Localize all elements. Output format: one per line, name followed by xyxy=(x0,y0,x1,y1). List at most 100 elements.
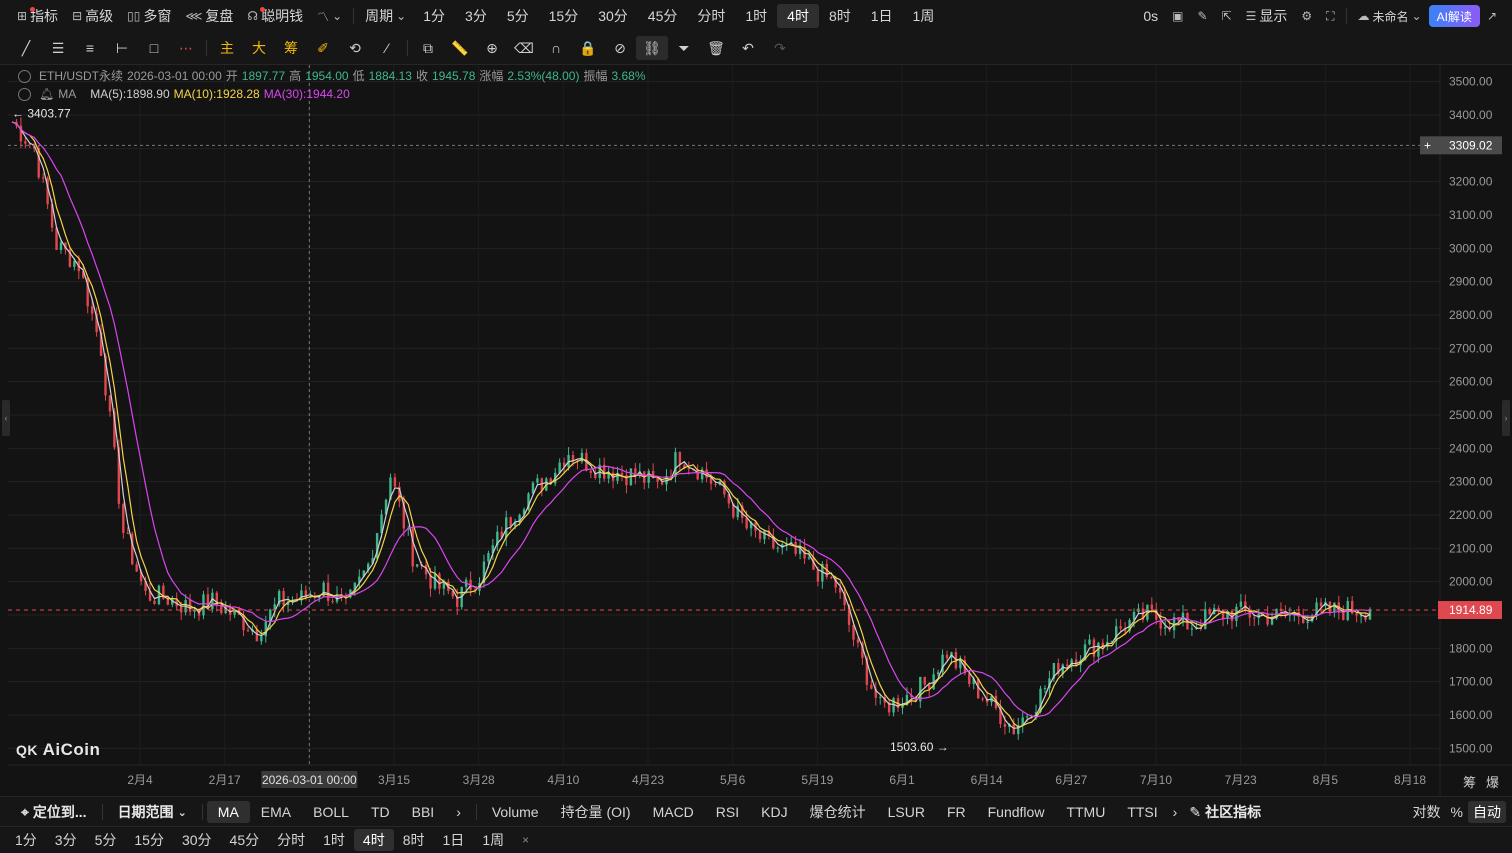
brush-icon[interactable]: ⁄ xyxy=(371,36,403,60)
top-tool-chart-type[interactable]: 〽 ⌄ xyxy=(310,4,349,28)
magnet-icon[interactable]: ∩ xyxy=(540,36,572,60)
left-panel-toggle[interactable]: ‹ xyxy=(2,400,10,436)
close-period-bar-button[interactable]: × xyxy=(513,829,538,851)
more-main-indicators-icon[interactable]: › xyxy=(445,801,472,823)
sub-indicator-7[interactable]: FR xyxy=(936,801,977,823)
top-period-9[interactable]: 8时 xyxy=(819,4,861,28)
top-tool-advanced[interactable]: ⊟ 高级 xyxy=(65,4,120,28)
settings-button[interactable]: ⚙ xyxy=(1294,4,1319,28)
ruler-icon[interactable]: 📏 xyxy=(444,36,476,60)
bottom-period-7[interactable]: 1时 xyxy=(314,829,354,851)
locate-button[interactable]: ⌖ 定位到... xyxy=(10,801,98,823)
hide-drawings-icon[interactable]: ⊘ xyxy=(604,36,636,60)
sub-indicator-3[interactable]: RSI xyxy=(705,801,750,823)
more-sub-indicators-icon[interactable]: › xyxy=(1169,801,1182,823)
bottom-period-4[interactable]: 30分 xyxy=(173,829,221,851)
link-icon[interactable]: ⛓ xyxy=(636,36,668,60)
candle-body xyxy=(202,594,205,616)
main-chart-mode-icon[interactable]: 主 xyxy=(211,36,243,60)
sub-indicator-6[interactable]: LSUR xyxy=(877,801,936,823)
display-button[interactable]: ☰ 显示 xyxy=(1239,4,1295,28)
bottom-period-1[interactable]: 3分 xyxy=(46,829,86,851)
toggle-icon[interactable] xyxy=(18,69,31,83)
layout-dropdown[interactable]: ☁ 未命名 ⌄ xyxy=(1351,4,1429,28)
community-indicators-button[interactable]: ✎ 社区指标 xyxy=(1181,801,1269,823)
bottom-period-11[interactable]: 1周 xyxy=(473,829,513,851)
top-period-7[interactable]: 1时 xyxy=(735,4,777,28)
dots-tool-icon[interactable]: ⋯ xyxy=(170,36,202,60)
bottom-period-8[interactable]: 4时 xyxy=(353,829,394,851)
top-period-list: 1分 3分 5分 15分 30分 45分 分时 1时 4时 8时 1日 1周 xyxy=(413,4,944,28)
main-indicator-td[interactable]: TD xyxy=(360,801,401,823)
top-period-2[interactable]: 5分 xyxy=(497,4,539,28)
sub-indicator-4[interactable]: KDJ xyxy=(750,801,798,823)
top-period-0[interactable]: 1分 xyxy=(413,4,455,28)
top-period-10[interactable]: 1日 xyxy=(861,4,903,28)
share-button[interactable]: ↗ xyxy=(1480,4,1504,28)
trash-icon[interactable]: 🗑 xyxy=(700,36,732,60)
bottom-period-5[interactable]: 45分 xyxy=(221,829,269,851)
lock-icon[interactable]: 🔒 xyxy=(572,36,604,60)
trend-line-tool-icon[interactable]: ╱ xyxy=(10,36,42,60)
chip-distribution-mode-icon[interactable]: 筹 xyxy=(275,36,307,60)
bottom-period-9[interactable]: 8时 xyxy=(394,829,434,851)
top-period-3[interactable]: 15分 xyxy=(539,4,589,28)
bottom-period-0[interactable]: 1分 xyxy=(6,829,46,851)
screenshot-button[interactable]: ▣ xyxy=(1165,4,1190,28)
sub-indicator-10[interactable]: TTSI xyxy=(1116,801,1168,823)
zoom-in-icon[interactable]: ⊕ xyxy=(476,36,508,60)
main-indicator-ema[interactable]: EMA xyxy=(250,801,302,823)
filter-icon[interactable]: ⏷ xyxy=(668,36,700,60)
top-tool-multi-window[interactable]: ▯▯ 多窗 xyxy=(120,4,178,28)
rectangle-tool-icon[interactable]: □ xyxy=(138,36,170,60)
bell-icon[interactable]: 🔔︎ xyxy=(39,85,54,103)
bottom-period-10[interactable]: 1日 xyxy=(434,829,474,851)
main-indicator-bbi[interactable]: BBI xyxy=(401,801,446,823)
ai-analysis-button[interactable]: AI解读 xyxy=(1428,5,1480,27)
eraser-icon[interactable]: ⌫ xyxy=(508,36,540,60)
sub-indicator-5[interactable]: 爆仓统计 xyxy=(799,801,877,823)
top-period-5[interactable]: 45分 xyxy=(638,4,688,28)
fullscreen-button[interactable]: ⛶ xyxy=(1319,4,1341,28)
price-chart[interactable]: 3500.003400.003300.003200.003100.003000.… xyxy=(0,65,1512,795)
top-tool-smart-money[interactable]: ☊ 聪明钱 xyxy=(240,4,310,28)
undo-icon[interactable]: ↶ xyxy=(732,36,764,60)
main-indicator-list: MA EMA BOLL TD BBI xyxy=(206,801,446,823)
export-button[interactable]: ⇱ xyxy=(1215,4,1239,28)
scale-option-2[interactable]: 自动 xyxy=(1468,801,1506,823)
toggle-icon[interactable] xyxy=(18,87,31,101)
top-period-6[interactable]: 分时 xyxy=(687,4,735,28)
bottom-period-6[interactable]: 分时 xyxy=(268,829,314,851)
chart-svg[interactable]: 3500.003400.003300.003200.003100.003000.… xyxy=(0,65,1512,795)
horizontal-ray-tool-icon[interactable]: ⊢ xyxy=(106,36,138,60)
sub-indicator-8[interactable]: Fundflow xyxy=(977,801,1056,823)
copy-icon[interactable]: ⧉ xyxy=(412,36,444,60)
main-indicator-boll[interactable]: BOLL xyxy=(302,801,360,823)
y-tick-label: 2200.00 xyxy=(1449,508,1493,522)
top-tool-indicator[interactable]: ⊞ 指标 xyxy=(10,4,65,28)
top-period-8[interactable]: 4时 xyxy=(777,4,819,28)
top-period-1[interactable]: 3分 xyxy=(455,4,497,28)
draw-template-icon[interactable]: ✐ xyxy=(307,36,339,60)
redo-icon[interactable]: ↷ xyxy=(764,36,796,60)
scale-option-0[interactable]: 对数 xyxy=(1408,801,1446,823)
large-order-mode-icon[interactable]: 大 xyxy=(243,36,275,60)
top-tool-replay[interactable]: ⋘ 复盘 xyxy=(178,4,240,28)
top-period-4[interactable]: 30分 xyxy=(588,4,638,28)
sub-indicator-9[interactable]: TTMU xyxy=(1055,801,1116,823)
period-dropdown[interactable]: 周期 ⌄ xyxy=(358,4,413,28)
top-period-11[interactable]: 1周 xyxy=(903,4,945,28)
edit-button[interactable]: ✎ xyxy=(1190,4,1214,28)
right-panel-toggle[interactable]: › xyxy=(1502,400,1510,436)
date-range-dropdown[interactable]: 日期范围 ⌄ xyxy=(107,801,198,823)
sub-indicator-0[interactable]: Volume xyxy=(481,801,550,823)
scale-option-1[interactable]: % xyxy=(1446,801,1468,823)
sub-indicator-2[interactable]: MACD xyxy=(642,801,705,823)
parallel-lines-tool-icon[interactable]: ☰ xyxy=(42,36,74,60)
horizontal-lines-tool-icon[interactable]: ≡ xyxy=(74,36,106,60)
sync-icon[interactable]: ⟲ xyxy=(339,36,371,60)
bottom-period-2[interactable]: 5分 xyxy=(86,829,126,851)
bottom-period-3[interactable]: 15分 xyxy=(125,829,173,851)
main-indicator-ma[interactable]: MA xyxy=(206,801,250,823)
sub-indicator-1[interactable]: 持仓量 (OI) xyxy=(550,801,642,823)
